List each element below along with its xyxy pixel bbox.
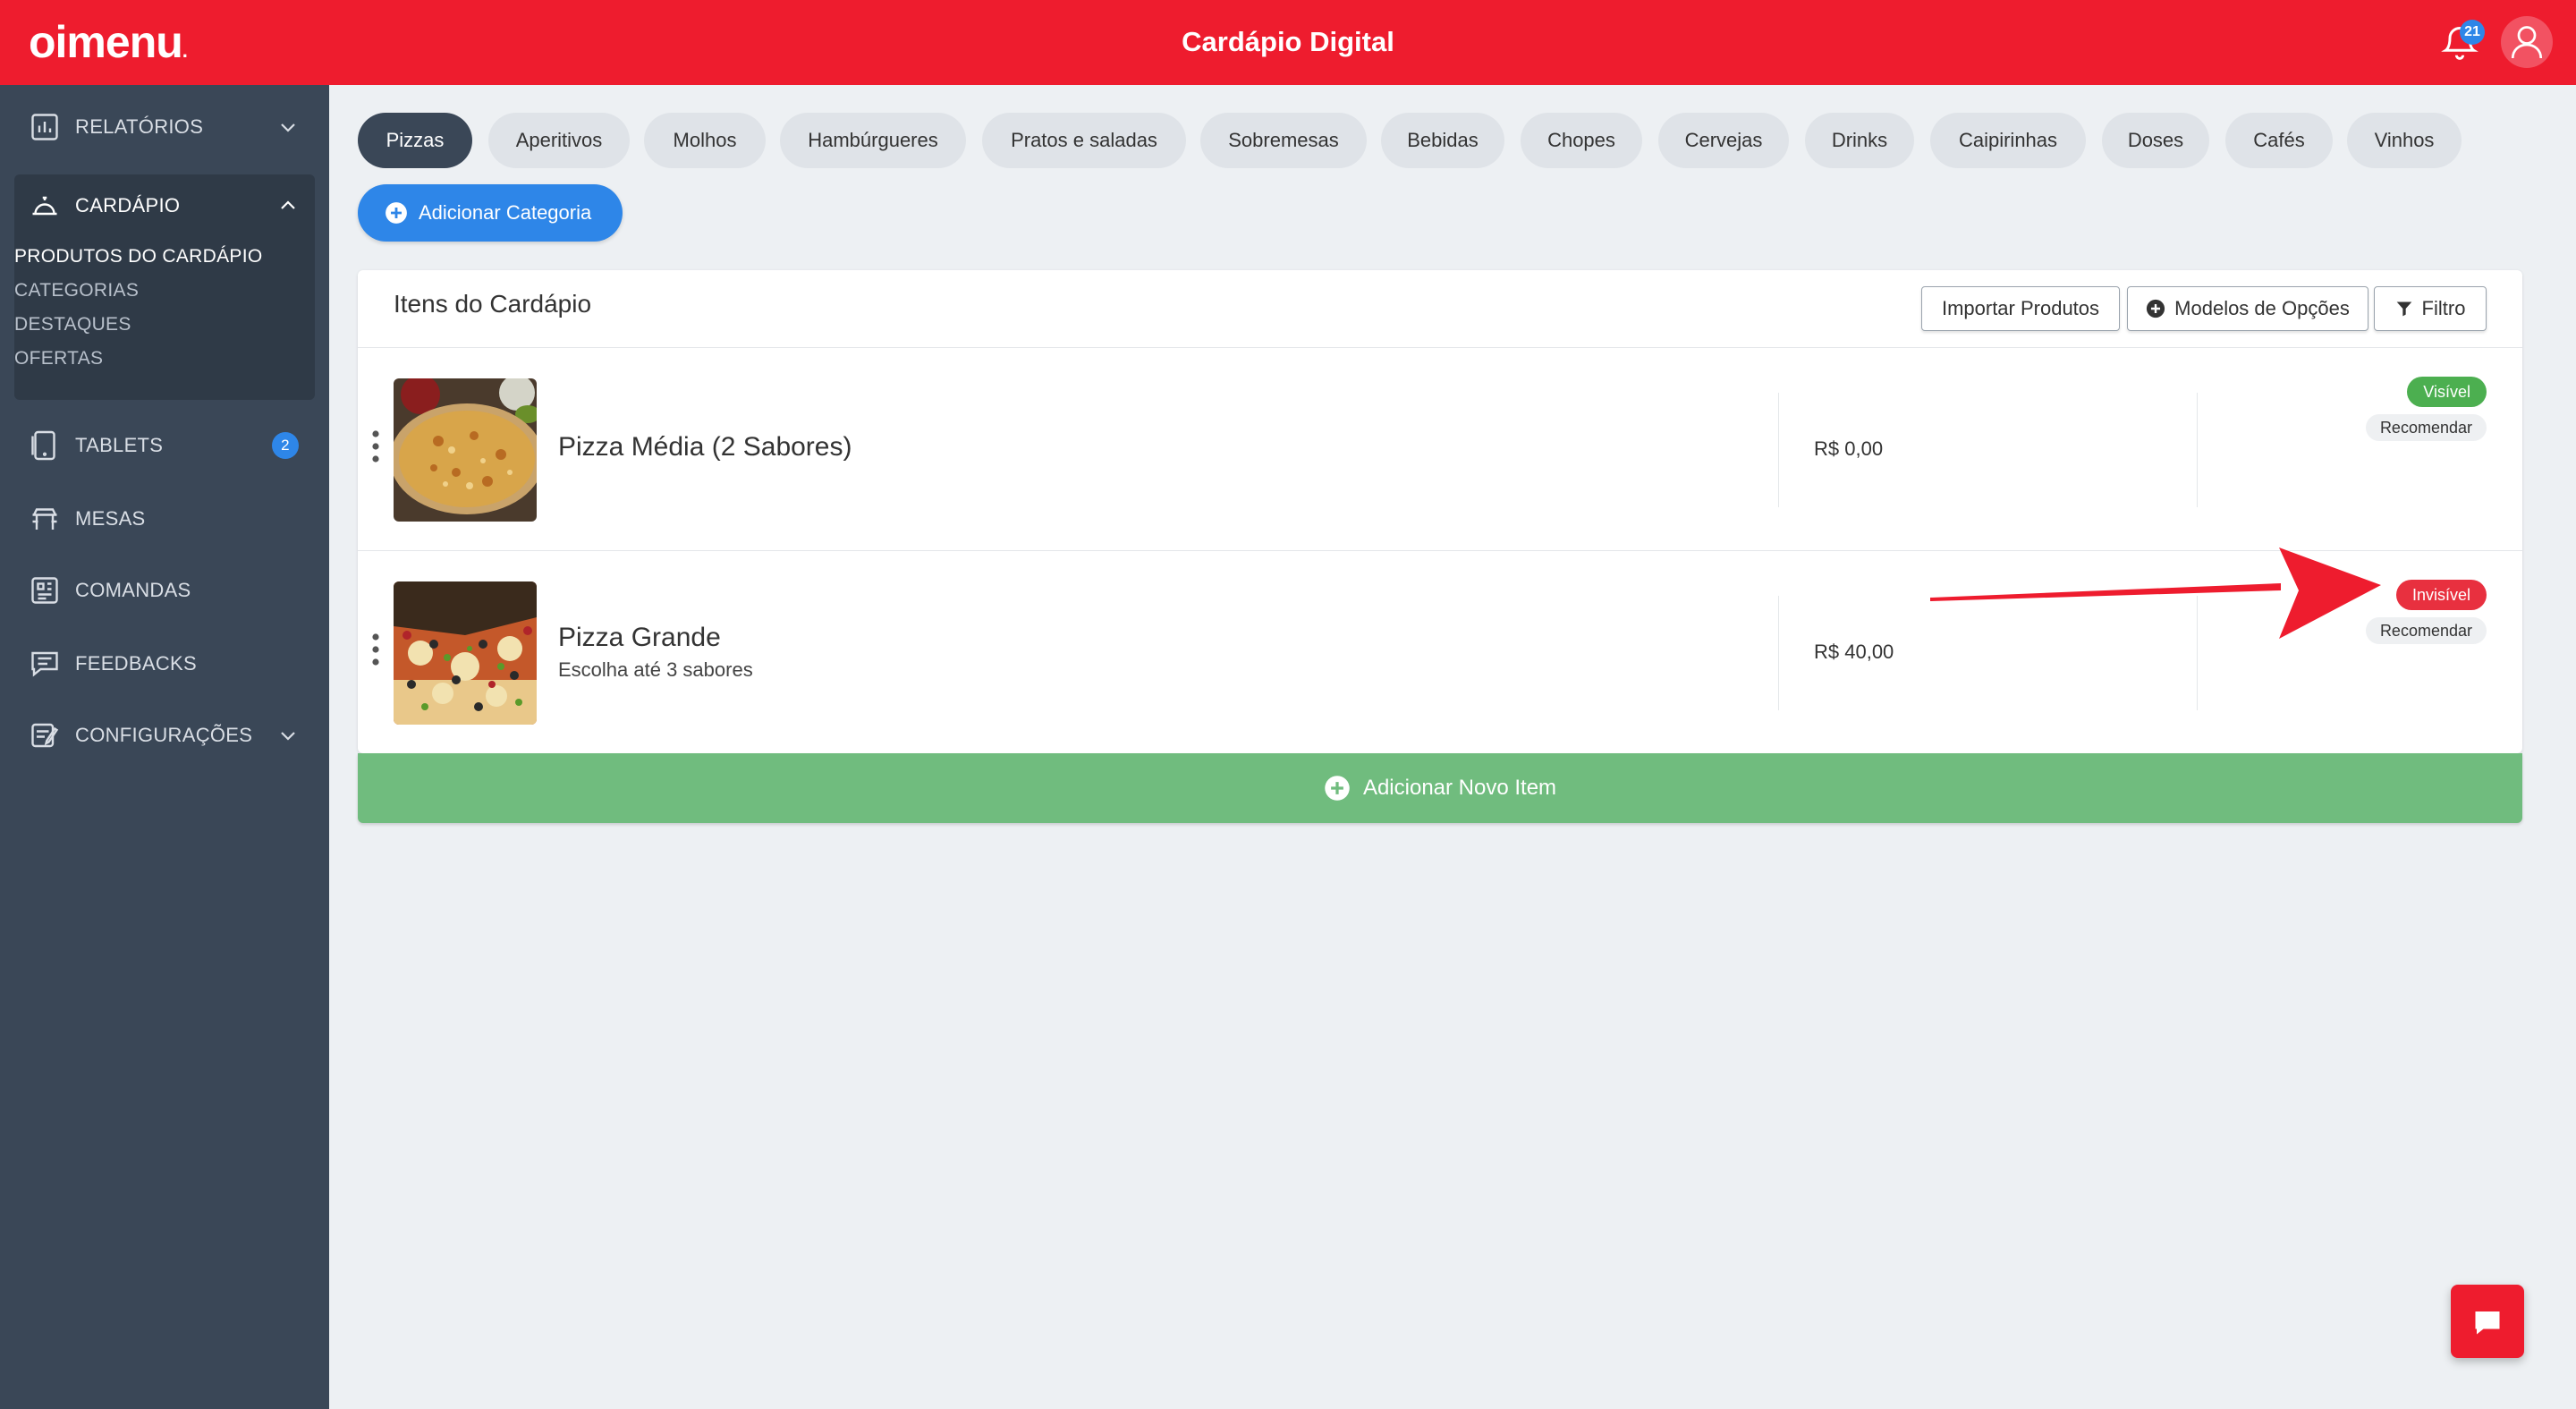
category-pill-vinhos[interactable]: Vinhos (2347, 113, 2462, 168)
item-price: R$ 0,00 (1814, 437, 1884, 460)
column-divider (1778, 596, 1779, 710)
top-bar: oimenu. Cardápio Digital 21 (0, 0, 2576, 85)
category-pill-aperitivos[interactable]: Aperitivos (488, 113, 630, 168)
submenu-produtos[interactable]: PRODUTOS DO CARDÁPIO (14, 246, 262, 267)
sidebar-item-cardapio[interactable]: CARDÁPIO (14, 174, 315, 237)
category-pill-cervejas[interactable]: Cervejas (1658, 113, 1789, 168)
filter-icon (2396, 301, 2411, 317)
pizza-media-image (394, 378, 537, 522)
option-models-button[interactable]: Modelos de Opções (2127, 286, 2368, 331)
sidebar-item-label: RELATÓRIOS (75, 115, 204, 138)
category-pill-bebidas[interactable]: Bebidas (1381, 113, 1504, 168)
column-divider (2197, 393, 2198, 507)
filter-button[interactable]: Filtro (2374, 286, 2487, 331)
plus-circle-icon (386, 202, 407, 224)
menu-item-row[interactable]: Pizza Média (2 Sabores) R$ 0,00 Visível … (358, 348, 2522, 550)
chevron-down-icon (281, 732, 295, 741)
sidebar-item-feedbacks[interactable]: FEEDBACKS (14, 632, 315, 695)
drag-handle-icon[interactable] (370, 429, 381, 464)
settings-icon (31, 723, 59, 748)
visibility-toggle[interactable]: Visível (2407, 377, 2487, 407)
plus-circle-icon (1325, 776, 1350, 801)
cloche-icon (32, 196, 57, 216)
notification-badge: 21 (2460, 20, 2485, 45)
recommend-button[interactable]: Recomendar (2365, 414, 2487, 441)
item-description: Escolha até 3 sabores (558, 658, 753, 681)
sidebar-item-label: TABLETS (75, 434, 164, 456)
add-category-button[interactable]: Adicionar Categoria (358, 184, 623, 242)
sidebar-item-label: CONFIGURAÇÕES (75, 724, 253, 746)
chevron-down-icon (281, 123, 295, 132)
chevron-up-icon (281, 200, 295, 209)
category-pill-cafes[interactable]: Cafés (2225, 113, 2333, 168)
user-icon (2511, 26, 2543, 59)
user-menu-button[interactable] (2501, 16, 2553, 68)
sidebar-item-label: FEEDBACKS (75, 652, 197, 675)
item-price: R$ 40,00 (1814, 641, 1894, 663)
import-products-button[interactable]: Importar Produtos (1921, 286, 2120, 331)
visibility-toggle[interactable]: Invisível (2395, 580, 2487, 610)
card-title: Itens do Cardápio (394, 290, 592, 318)
sidebar-item-comandas[interactable]: COMANDAS (14, 559, 315, 622)
add-new-item-button[interactable]: Adicionar Novo Item (358, 753, 2522, 823)
submenu-destaques[interactable]: DESTAQUES (14, 314, 131, 335)
tablets-count-badge: 2 (272, 432, 299, 459)
category-pill-hamburgueres[interactable]: Hambúrgueres (780, 113, 966, 168)
menu-items-card: Itens do Cardápio Importar Produtos Mode… (358, 270, 2522, 823)
category-pill-molhos[interactable]: Molhos (644, 113, 766, 168)
item-name: Pizza Média (2 Sabores) (558, 432, 852, 462)
category-pill-chopes[interactable]: Chopes (1521, 113, 1642, 168)
sidebar-item-configuracoes[interactable]: CONFIGURAÇÕES (14, 704, 315, 767)
chat-icon (31, 651, 58, 677)
sidebar-item-relatorios[interactable]: RELATÓRIOS (14, 96, 315, 158)
drag-handle-icon[interactable] (370, 632, 381, 667)
category-pill-pratos-e-saladas[interactable]: Pratos e saladas (982, 113, 1186, 168)
item-name: Pizza Grande (558, 623, 721, 652)
filter-label: Filtro (2421, 297, 2466, 319)
table-icon (32, 508, 57, 530)
column-divider (1778, 393, 1779, 507)
add-category-label: Adicionar Categoria (419, 201, 592, 224)
import-products-label: Importar Produtos (1941, 297, 2100, 319)
category-pill-caipirinhas[interactable]: Caipirinhas (1930, 113, 2086, 168)
sidebar-item-label: COMANDAS (75, 579, 191, 601)
submenu-categorias[interactable]: CATEGORIAS (14, 280, 139, 301)
sidebar-item-label: CARDÁPIO (75, 194, 181, 216)
sidebar-item-tablets[interactable]: TABLETS 2 (14, 414, 315, 477)
category-pill-pizzas[interactable]: Pizzas (358, 113, 472, 168)
chart-icon (31, 114, 58, 140)
sidebar-item-mesas[interactable]: MESAS (14, 488, 315, 550)
annotation-arrow-icon (1930, 547, 2381, 639)
sidebar-item-label: MESAS (75, 507, 146, 530)
category-pill-drinks[interactable]: Drinks (1805, 113, 1914, 168)
tablet-icon (31, 430, 55, 461)
add-new-item-label: Adicionar Novo Item (1362, 776, 1557, 800)
category-pill-sobremesas[interactable]: Sobremesas (1200, 113, 1367, 168)
submenu-ofertas[interactable]: OFERTAS (14, 348, 103, 369)
support-chat-button[interactable] (2451, 1285, 2524, 1358)
chat-bubble-icon (2475, 1311, 2500, 1335)
sidebar: RELATÓRIOS CARDÁPIO PRODUTOS DO CARDÁPIO… (0, 85, 329, 1409)
pizza-grande-image (394, 581, 537, 725)
qr-icon (31, 577, 58, 604)
plus-circle-icon (2147, 299, 2165, 318)
option-models-label: Modelos de Opções (2174, 297, 2350, 319)
page-title: Cardápio Digital (1182, 26, 1394, 57)
category-pill-doses[interactable]: Doses (2102, 113, 2209, 168)
